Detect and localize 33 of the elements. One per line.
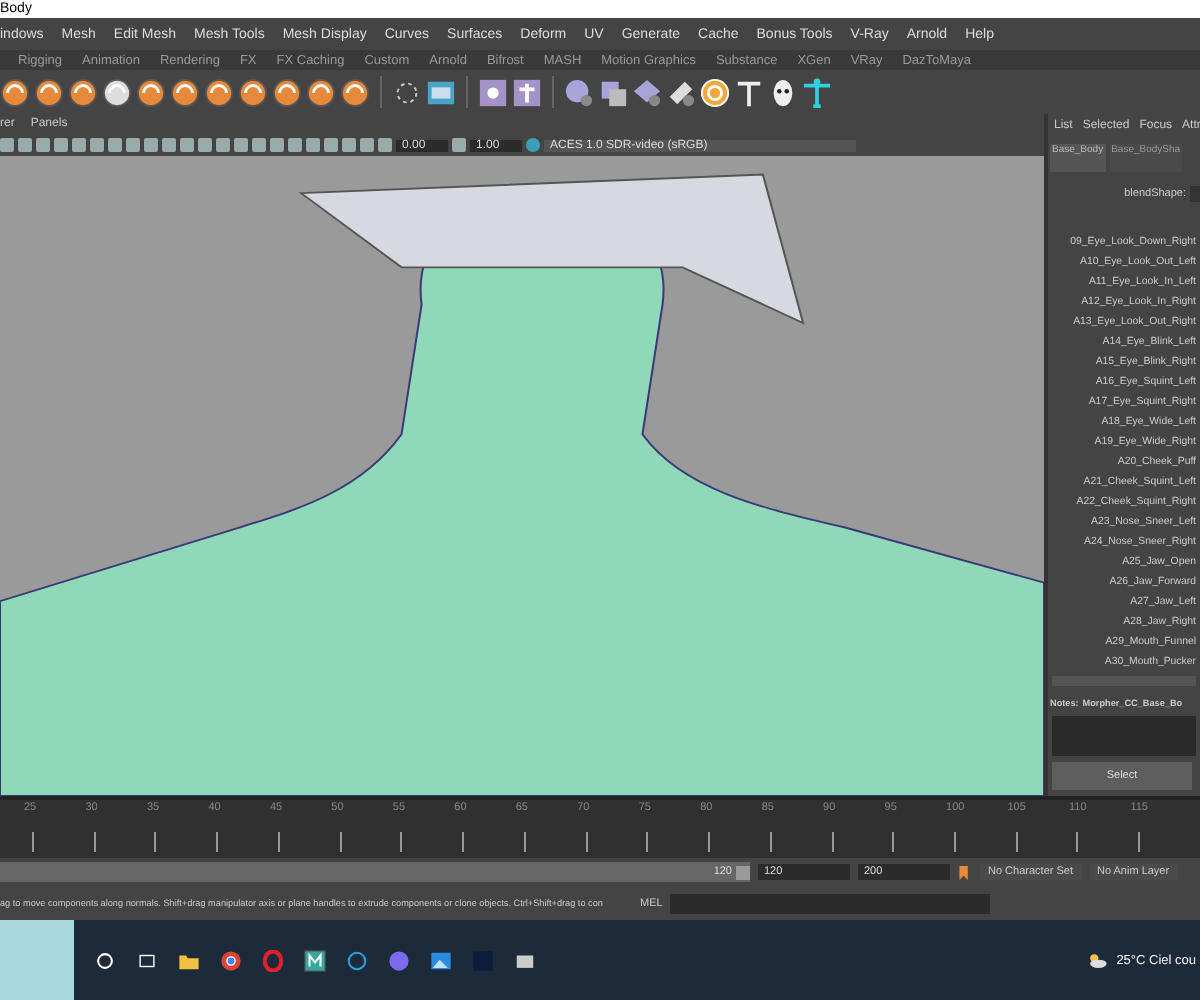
shelf-tool-icon[interactable]: [478, 77, 508, 107]
chat-icon[interactable]: [388, 949, 410, 971]
color-management-icon[interactable]: [526, 138, 540, 152]
photos-icon[interactable]: [430, 949, 452, 971]
command-field[interactable]: [670, 893, 991, 913]
shelf-tool-icon[interactable]: [34, 77, 64, 107]
shelf-tool-icon[interactable]: [0, 77, 30, 107]
shelf-tool-icon[interactable]: [68, 77, 98, 107]
shelf-tool-icon[interactable]: [426, 77, 456, 107]
shelf-tool-icon[interactable]: [392, 77, 422, 107]
shelf-tool-icon[interactable]: [102, 77, 132, 107]
app-icon[interactable]: [304, 949, 326, 971]
notes-field[interactable]: [1052, 716, 1196, 756]
weather-icon: [1086, 949, 1109, 971]
shelf-tool-icon[interactable]: [306, 77, 336, 107]
shelf-tool-icon[interactable]: [204, 77, 234, 107]
shelf-tool-icon[interactable]: [136, 77, 166, 107]
picture-placeholder: [0, 920, 74, 1000]
shelf-tool-icon[interactable]: [666, 77, 696, 107]
browser-icon[interactable]: [220, 949, 242, 971]
shelf-tool-icon[interactable]: [564, 77, 594, 107]
shelf-tool-icon[interactable]: [170, 77, 200, 107]
shelf-tool-icon[interactable]: [632, 77, 662, 107]
search-icon[interactable]: [94, 949, 116, 971]
shelf-tool-icon[interactable]: [238, 77, 268, 107]
key-icon[interactable]: [958, 863, 972, 881]
shelf-tool-icon[interactable]: [340, 77, 370, 107]
figure-icon[interactable]: [802, 77, 832, 107]
shelf-tool-icon[interactable]: [272, 77, 302, 107]
mask-icon[interactable]: [768, 77, 798, 107]
shelf-tool-icon[interactable]: [512, 77, 542, 107]
shelf-tool-icon[interactable]: [598, 77, 628, 107]
task-view-icon[interactable]: [136, 949, 158, 971]
